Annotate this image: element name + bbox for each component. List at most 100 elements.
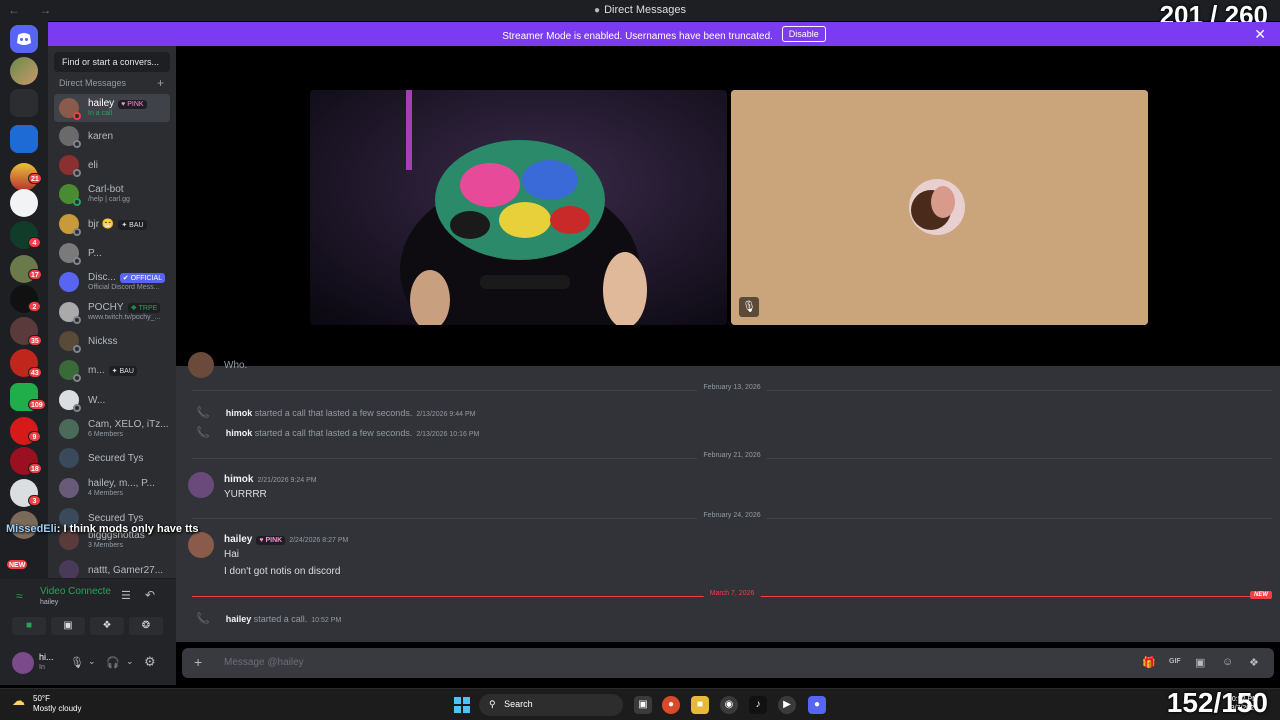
task-view-icon[interactable]: ▣ bbox=[634, 696, 652, 714]
sticker-icon[interactable]: ▣ bbox=[1195, 656, 1205, 669]
dm-sidebar: Find or start a convers... Direct Messag… bbox=[48, 46, 176, 578]
role-tag: ✦ BAU bbox=[118, 220, 147, 230]
headphones-icon[interactable]: 🎧 bbox=[106, 656, 120, 669]
date-divider: February 21, 2026 bbox=[192, 452, 1272, 459]
dm-item-group-cam[interactable]: Cam, XELO, iTz... 6 Members bbox=[54, 415, 170, 443]
dm-item-label: Nickss bbox=[88, 336, 118, 347]
dm-item-p[interactable]: P... bbox=[54, 239, 170, 267]
dm-section-header: Direct Messages + bbox=[59, 76, 164, 90]
server-icon[interactable] bbox=[10, 125, 38, 153]
server-badge: 21 bbox=[28, 173, 42, 184]
camera-feed-image bbox=[310, 90, 727, 325]
dm-item-group-hailey[interactable]: hailey, m..., P... 4 Members bbox=[54, 474, 170, 502]
gift-icon[interactable]: 🎁 bbox=[1142, 656, 1156, 669]
clock[interactable]: 10:52 PM 3/7/2026 bbox=[1228, 695, 1258, 713]
search-icon: ⚲ bbox=[489, 699, 496, 709]
dm-item-sub: 3 Members bbox=[88, 542, 124, 549]
message-composer[interactable]: + Message @hailey 🎁 GIF ▣ ☺ ❖ bbox=[182, 648, 1274, 678]
server-icon[interactable] bbox=[10, 89, 38, 117]
server-badge: 3 bbox=[28, 495, 41, 506]
date-divider: February 24, 2026 bbox=[192, 512, 1272, 519]
find-conversation-input[interactable]: Find or start a convers... bbox=[54, 52, 170, 72]
avatar bbox=[59, 126, 81, 148]
home-discord-icon[interactable] bbox=[10, 25, 38, 53]
video-tile-avatar[interactable]: 🎙 bbox=[731, 90, 1148, 325]
call-system-message: 📞 himok started a call that lasted a few … bbox=[196, 427, 480, 439]
voice-channel: hailey bbox=[40, 599, 59, 606]
video-tile-camera[interactable] bbox=[310, 90, 727, 325]
dm-item-label: karen bbox=[88, 131, 114, 142]
taskbar: ☁ 50°F Mostly cloudy ⚲ Search ▣ ● ■ ◉ ♪ … bbox=[0, 687, 1280, 720]
dm-item-karen[interactable]: karen bbox=[54, 122, 170, 150]
windows-start-icon[interactable] bbox=[454, 697, 470, 713]
file-explorer-icon[interactable]: ■ bbox=[691, 696, 709, 714]
camera-button[interactable]: ■ bbox=[12, 617, 46, 635]
message-text: YURRRR bbox=[224, 489, 267, 500]
chrome-icon[interactable]: ● bbox=[662, 696, 680, 714]
tiktok-icon[interactable]: ♪ bbox=[749, 696, 767, 714]
gif-icon[interactable]: GIF bbox=[1169, 658, 1181, 665]
dm-item-carl-bot[interactable]: Carl-bot /help | carl.gg bbox=[54, 180, 170, 208]
server-badge: 43 bbox=[28, 367, 42, 378]
message-input[interactable]: Message @hailey bbox=[224, 657, 304, 668]
disable-streamer-button[interactable]: Disable bbox=[781, 26, 826, 42]
role-tag: ♥ PINK bbox=[118, 100, 147, 109]
chevron-down-icon[interactable]: ⌄ bbox=[88, 656, 96, 667]
apps-icon[interactable]: ❖ bbox=[1249, 656, 1259, 669]
server-badge: 2 bbox=[28, 301, 41, 312]
attach-plus-icon[interactable]: + bbox=[194, 654, 202, 670]
server-badge: 4 bbox=[28, 237, 41, 248]
role-tag: ✦ BAU bbox=[108, 366, 137, 376]
add-dm-icon[interactable]: + bbox=[157, 76, 164, 90]
dm-item-label: nattt, Gamer27... bbox=[88, 565, 164, 576]
dm-item-sub: www.twitch.tv/pochy_... bbox=[88, 314, 161, 321]
dm-item-pochy[interactable]: POCHY ❖ TRPE www.twitch.tv/pochy_... bbox=[54, 298, 170, 326]
dm-item-label: bjr 😁 ✦ BAU bbox=[88, 219, 147, 230]
close-icon[interactable]: ✕ bbox=[1254, 26, 1266, 43]
user-name: hi... bbox=[39, 652, 54, 662]
microphone-icon[interactable]: 🎙 bbox=[70, 656, 84, 669]
avatar[interactable] bbox=[188, 472, 214, 498]
dm-item-eli[interactable]: eli bbox=[54, 151, 170, 179]
gear-icon[interactable]: ⚙ bbox=[144, 654, 156, 670]
dm-item-secured-tys[interactable]: Secured Tys bbox=[54, 444, 170, 472]
soundboard-button[interactable]: ❂ bbox=[129, 617, 163, 635]
server-icon[interactable] bbox=[10, 57, 38, 85]
emoji-icon[interactable]: ☺ bbox=[1222, 656, 1233, 668]
dm-item-discord[interactable]: Disc... ✔ OFFICIAL Official Discord Mess.… bbox=[54, 268, 170, 296]
dm-item-nattt[interactable]: nattt, Gamer27... bbox=[54, 556, 170, 578]
discord-taskbar-icon[interactable]: ● bbox=[808, 696, 826, 714]
screen-share-button[interactable]: ▣ bbox=[51, 617, 85, 635]
signal-icon: ≈ bbox=[16, 589, 23, 603]
dm-item-nickss[interactable]: Nickss bbox=[54, 327, 170, 355]
avatar bbox=[59, 390, 81, 412]
dm-item-hailey[interactable]: hailey ♥ PINK In a call bbox=[54, 94, 170, 122]
message-header: hailey ♥ PINK 2/24/2026 8:27 PM bbox=[224, 534, 349, 545]
avatar[interactable] bbox=[188, 532, 214, 558]
obs-icon[interactable]: ◉ bbox=[720, 696, 738, 714]
taskbar-search[interactable]: ⚲ Search bbox=[479, 694, 623, 716]
avatar bbox=[59, 331, 81, 353]
media-player-icon[interactable]: ▶ bbox=[778, 696, 796, 714]
avatar bbox=[59, 155, 81, 177]
avatar[interactable] bbox=[12, 652, 34, 674]
user-avatar-image bbox=[731, 90, 1148, 325]
server-icon[interactable] bbox=[10, 189, 38, 217]
dm-item-bjr[interactable]: bjr 😁 ✦ BAU bbox=[54, 210, 170, 238]
activities-button[interactable]: ❖ bbox=[90, 617, 124, 635]
dm-item-w[interactable]: W... bbox=[54, 386, 170, 414]
weather-temp: 50°F bbox=[33, 694, 50, 703]
user-panel: hi... In 🎙 ⌄ 🎧 ⌄ ⚙ bbox=[0, 642, 176, 685]
disconnect-icon[interactable]: ↶ bbox=[145, 588, 155, 602]
streamer-mode-banner: Streamer Mode is enabled. Usernames have… bbox=[48, 22, 1280, 46]
official-tag: ✔ OFFICIAL bbox=[119, 273, 166, 283]
overlay-chat-name: MissedEli bbox=[6, 523, 57, 535]
dm-item-label: Disc... ✔ OFFICIAL bbox=[88, 272, 166, 283]
message-text: I don't got notis on discord bbox=[224, 566, 341, 577]
chevron-down-icon[interactable]: ⌄ bbox=[126, 656, 134, 667]
dm-item-m[interactable]: m... ✦ BAU bbox=[54, 356, 170, 384]
streamer-mode-text: Streamer Mode is enabled. Usernames have… bbox=[502, 31, 773, 42]
avatar bbox=[59, 214, 81, 236]
noise-icon[interactable]: ☰ bbox=[121, 589, 131, 602]
avatar bbox=[59, 184, 81, 206]
